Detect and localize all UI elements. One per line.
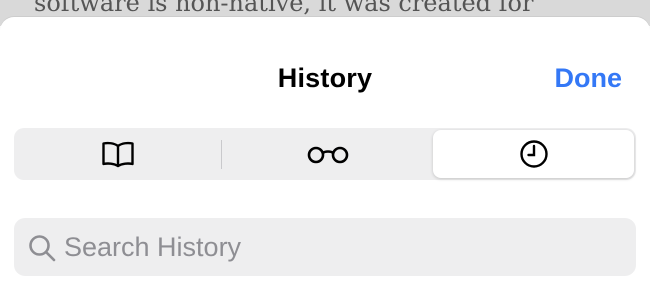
history-clock-icon <box>519 139 549 169</box>
history-sheet: History Done <box>0 17 650 297</box>
search-input[interactable] <box>64 218 624 276</box>
reading-list-glasses-icon <box>306 144 350 164</box>
search-icon <box>28 234 56 262</box>
done-button[interactable]: Done <box>555 63 623 94</box>
segment-bookmarks[interactable] <box>16 130 220 178</box>
segmented-control <box>14 128 636 180</box>
segment-reading-list[interactable] <box>226 130 430 178</box>
search-field[interactable] <box>14 218 636 276</box>
segment-history[interactable] <box>433 130 634 178</box>
bookmarks-book-icon <box>101 140 135 168</box>
segment-divider <box>221 140 222 169</box>
sheet-title: History <box>277 63 373 93</box>
